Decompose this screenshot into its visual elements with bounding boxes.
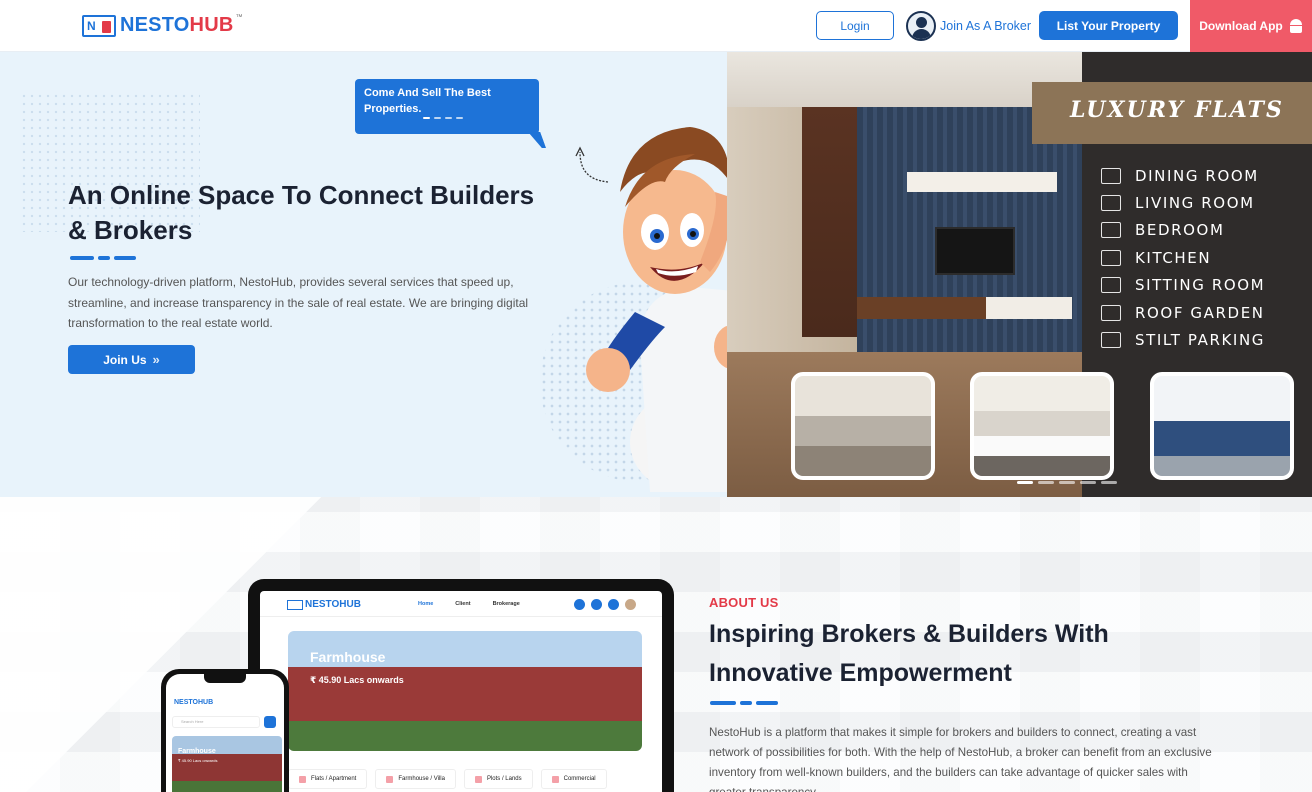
about-label: ABOUT US xyxy=(709,595,779,610)
amenity-item: BEDROOM xyxy=(1101,217,1311,244)
logo-icon: N xyxy=(82,14,116,37)
logo-text: NESTOHUB xyxy=(120,14,234,36)
checkbox-icon xyxy=(1101,332,1121,349)
amenity-item: ROOF GARDEN xyxy=(1101,299,1311,326)
checkbox-icon xyxy=(1101,222,1121,239)
amenity-item: SITTING ROOM xyxy=(1101,272,1311,299)
amenity-label: BEDROOM xyxy=(1135,221,1225,240)
amenity-label: SITTING ROOM xyxy=(1135,276,1266,295)
checkbox-icon xyxy=(1101,167,1121,184)
amenity-item: KITCHEN xyxy=(1101,244,1311,271)
mockup-hero-image: Farmhouse ₹ 45.90 Lacs onwards xyxy=(288,631,642,751)
amenity-item: DINING ROOM xyxy=(1101,162,1311,189)
about-description: NestoHub is a platform that makes it sim… xyxy=(709,726,1212,792)
tv-image xyxy=(935,227,1015,275)
mockup-logo: NESTOHUB xyxy=(287,599,361,610)
mockup-nav: Home Client Brokerage xyxy=(418,601,520,607)
about-title-underline xyxy=(710,701,778,705)
checkbox-icon xyxy=(1101,249,1121,266)
laptop-screen: NESTOHUB Home Client Brokerage Farmhouse… xyxy=(260,591,662,792)
bubble-text: Come And Sell The Best Properties. xyxy=(364,87,491,115)
bubble-carousel-dots[interactable] xyxy=(423,117,463,119)
thumbnail-kitchen[interactable] xyxy=(970,372,1114,480)
checkbox-icon xyxy=(1101,195,1121,212)
join-us-button[interactable]: Join Us » xyxy=(68,345,195,374)
join-us-label: Join Us xyxy=(103,352,147,367)
join-broker-link[interactable]: Join As A Broker xyxy=(906,11,1031,41)
amenity-item: STILT PARKING xyxy=(1101,326,1311,353)
amenity-label: STILT PARKING xyxy=(1135,331,1266,350)
double-chevron-right-icon: » xyxy=(152,352,160,367)
amenities-list: DINING ROOM LIVING ROOM BEDROOM KITCHEN SITT… xyxy=(1101,162,1311,354)
hero-description: Our technology-driven platform, NestoHub… xyxy=(68,275,529,330)
banner-title: LUXURY FLATS xyxy=(1070,97,1284,123)
broker-avatar-icon xyxy=(906,11,936,41)
laptop-mockup: NESTOHUB Home Client Brokerage Farmhouse… xyxy=(248,579,674,792)
list-property-button[interactable]: List Your Property xyxy=(1039,11,1178,40)
about-title: Inspiring Brokers & Builders With Innova… xyxy=(709,620,1109,687)
logo-trademark: ™ xyxy=(235,14,243,21)
download-app-button[interactable]: Download App xyxy=(1190,0,1312,52)
hero-title: An Online Space To Connect Builders & Br… xyxy=(68,180,535,245)
amenity-label: DINING ROOM xyxy=(1135,166,1259,185)
luxury-flats-banner: LUXURY FLATS DINING ROOM LIVING ROOM BEDRO… xyxy=(727,52,1312,497)
phone-mockup: NESTOHUB Search Here Farmhouse ₹ 45.90 L… xyxy=(161,669,289,792)
speech-bubble: Come And Sell The Best Properties. xyxy=(355,79,539,134)
site-header: N NESTOHUB ™ Login Join As A Broker List… xyxy=(0,0,1312,52)
mockup-icons xyxy=(574,599,636,610)
thumbnail-sofa[interactable] xyxy=(1150,372,1294,480)
checkbox-icon xyxy=(1101,277,1121,294)
amenity-label: LIVING ROOM xyxy=(1135,194,1255,213)
amenity-label: ROOF GARDEN xyxy=(1135,303,1265,322)
carousel-dots[interactable] xyxy=(1017,481,1117,484)
hero-section: An Online Space To Connect Builders & Br… xyxy=(0,52,1312,497)
nestohub-logo[interactable]: N NESTOHUB ™ xyxy=(82,14,242,37)
thumbnail-living-room[interactable] xyxy=(791,372,935,480)
login-button[interactable]: Login xyxy=(816,11,894,40)
join-broker-label: Join As A Broker xyxy=(940,19,1032,33)
amenity-label: KITCHEN xyxy=(1135,248,1212,267)
title-underline xyxy=(70,256,136,260)
android-icon xyxy=(1289,19,1303,33)
checkbox-icon xyxy=(1101,304,1121,321)
amenity-item: LIVING ROOM xyxy=(1101,189,1311,216)
about-section: NESTOHUB Home Client Brokerage Farmhouse… xyxy=(0,497,1312,792)
download-app-label: Download App xyxy=(1199,19,1283,33)
mockup-categories: Flats / Apartment Farmhouse / Villa Plot… xyxy=(288,769,607,789)
